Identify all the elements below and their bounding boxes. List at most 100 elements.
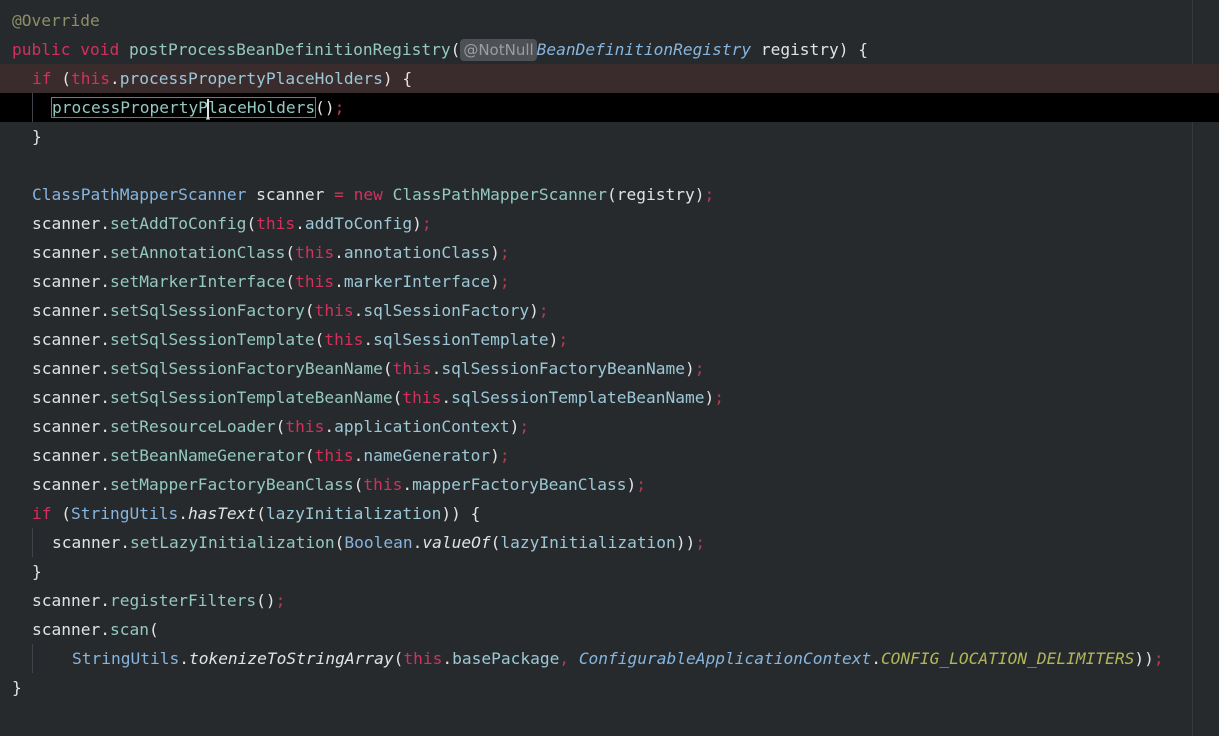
field-ref[interactable]: annotationClass (344, 243, 490, 262)
variable: scanner (32, 446, 101, 465)
field-ref[interactable]: nameGenerator (363, 446, 490, 465)
field-ref[interactable]: mapperFactoryBeanClass (412, 475, 626, 494)
method-call[interactable]: setAnnotationClass (110, 243, 285, 262)
constructor-call[interactable]: ClassPathMapperScanner (393, 185, 607, 204)
method-call[interactable]: setSqlSessionTemplateBeanName (110, 388, 393, 407)
code-line: scanner.setResourceLoader(this.applicati… (32, 417, 530, 436)
variable: scanner (32, 272, 101, 291)
code-line: scanner.setSqlSessionTemplateBeanName(th… (32, 388, 724, 407)
code-line: scanner.setMarkerInterface(this.markerIn… (32, 272, 510, 291)
variable: scanner (32, 591, 101, 610)
keyword: this (314, 301, 354, 320)
field-ref[interactable]: markerInterface (344, 272, 490, 291)
argument: registry (616, 185, 695, 204)
code-line: scanner.setLazyInitialization(Boolean.va… (0, 528, 1219, 557)
code-line-highlighted: if (this.processPropertyPlaceHolders) { (0, 64, 1219, 93)
keyword: if (32, 504, 52, 523)
override-annotation: @Override (12, 11, 100, 30)
method-call[interactable]: setLazyInitialization (130, 533, 335, 552)
keyword: void (80, 40, 120, 59)
variable: scanner (32, 417, 101, 436)
code-line: } (32, 127, 42, 146)
code-line: ClassPathMapperScanner scanner = new Cla… (32, 185, 715, 204)
keyword: this (403, 649, 443, 668)
keyword: new (353, 185, 383, 204)
method-call[interactable]: setAddToConfig (110, 214, 246, 233)
type-ref[interactable]: ConfigurableApplicationContext (579, 649, 871, 668)
variable: scanner (32, 620, 101, 639)
method-call-highlighted[interactable]: processPropertyPlaceHolders (50, 97, 317, 119)
param-type[interactable]: BeanDefinitionRegistry (537, 40, 751, 59)
field-ref[interactable]: addToConfig (305, 214, 412, 233)
type-ref[interactable]: StringUtils (72, 649, 179, 668)
code-line: scanner.setSqlSessionFactoryBeanName(thi… (32, 359, 705, 378)
method-call[interactable]: setSqlSessionFactory (110, 301, 305, 320)
method-call[interactable]: registerFilters (110, 591, 256, 610)
code-line: scanner.setAnnotationClass(this.annotati… (32, 243, 510, 262)
keyword: this (392, 359, 432, 378)
indent-guide (32, 93, 33, 122)
method-call[interactable]: setSqlSessionFactoryBeanName (110, 359, 383, 378)
keyword: this (71, 69, 110, 88)
constant-ref[interactable]: CONFIG_LOCATION_DELIMITERS (881, 649, 1134, 668)
variable: scanner (32, 388, 101, 407)
static-method-call[interactable]: valueOf (422, 533, 490, 552)
variable: scanner (52, 533, 121, 552)
code-line: scanner.setSqlSessionTemplate(this.sqlSe… (32, 330, 569, 349)
field-ref[interactable]: lazyInitialization (500, 533, 675, 552)
code-line: public void postProcessBeanDefinitionReg… (12, 39, 869, 61)
variable: scanner (32, 243, 101, 262)
static-method-call[interactable]: hasText (188, 504, 256, 523)
field-ref[interactable]: processPropertyPlaceHolders (120, 69, 383, 88)
static-method-call[interactable]: tokenizeToStringArray (189, 649, 394, 668)
code-line: StringUtils.tokenizeToStringArray(this.b… (0, 644, 1219, 673)
field-ref[interactable]: sqlSessionTemplate (373, 330, 548, 349)
method-call-part: processPropertyP (52, 98, 208, 117)
code-line: scanner.setMapperFactoryBeanClass(this.m… (32, 475, 647, 494)
type-ref[interactable]: StringUtils (71, 504, 178, 523)
code-editor[interactable]: @Override public void postProcessBeanDef… (0, 0, 1219, 736)
method-call[interactable]: setMapperFactoryBeanClass (110, 475, 354, 494)
keyword: this (314, 446, 354, 465)
type-ref[interactable]: ClassPathMapperScanner (32, 185, 246, 204)
method-call[interactable]: setBeanNameGenerator (110, 446, 305, 465)
code-line: } (12, 678, 22, 697)
method-call[interactable]: setMarkerInterface (110, 272, 285, 291)
variable: scanner (32, 301, 101, 320)
notnull-inlay-hint: @NotNull (460, 39, 537, 61)
field-ref[interactable]: lazyInitialization (266, 504, 441, 523)
keyword: this (295, 272, 335, 291)
code-line: scanner.registerFilters(); (32, 591, 286, 610)
type-ref[interactable]: Boolean (344, 533, 412, 552)
method-declaration[interactable]: postProcessBeanDefinitionRegistry (129, 40, 451, 59)
param-name: registry (760, 40, 839, 59)
code-line: scanner.setAddToConfig(this.addToConfig)… (32, 214, 432, 233)
code-line: @Override (0, 6, 1219, 35)
field-ref[interactable]: sqlSessionTemplateBeanName (451, 388, 704, 407)
field-ref[interactable]: sqlSessionFactoryBeanName (441, 359, 685, 378)
method-call-part: laceHolders (207, 98, 316, 117)
code-line: } (32, 562, 42, 581)
keyword: if (32, 69, 52, 88)
variable: scanner (32, 330, 101, 349)
variable: scanner (256, 185, 325, 204)
keyword: this (402, 388, 442, 407)
field-ref[interactable]: sqlSessionFactory (363, 301, 529, 320)
indent-guide (32, 528, 33, 557)
indent-guide (32, 644, 33, 673)
keyword: this (324, 330, 364, 349)
keyword: this (256, 214, 296, 233)
keyword: this (363, 475, 403, 494)
field-ref[interactable]: basePackage (452, 649, 559, 668)
code-line: scanner.setBeanNameGenerator(this.nameGe… (32, 446, 510, 465)
method-call[interactable]: setSqlSessionTemplate (110, 330, 315, 349)
keyword: this (285, 417, 325, 436)
keyword: this (295, 243, 335, 262)
current-code-line: processPropertyPlaceHolders(); (0, 93, 1219, 122)
field-ref[interactable]: applicationContext (334, 417, 509, 436)
variable: scanner (32, 359, 101, 378)
variable: scanner (32, 475, 101, 494)
method-call[interactable]: setResourceLoader (110, 417, 276, 436)
code-line: scanner.scan( (32, 620, 159, 639)
method-call[interactable]: scan (110, 620, 149, 639)
